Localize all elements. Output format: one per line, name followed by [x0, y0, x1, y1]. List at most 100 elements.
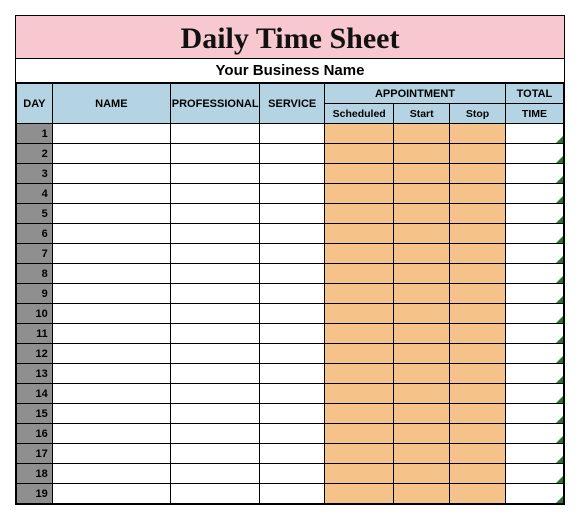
cell-service[interactable] — [260, 124, 325, 144]
cell-start[interactable] — [394, 244, 450, 264]
cell-stop[interactable] — [450, 284, 506, 304]
cell-stop[interactable] — [450, 204, 506, 224]
cell-service[interactable] — [260, 364, 325, 384]
cell-name[interactable] — [52, 304, 170, 324]
cell-name[interactable] — [52, 184, 170, 204]
cell-professional[interactable] — [171, 184, 260, 204]
cell-professional[interactable] — [171, 324, 260, 344]
cell-name[interactable] — [52, 344, 170, 364]
cell-professional[interactable] — [171, 424, 260, 444]
cell-service[interactable] — [260, 404, 325, 424]
cell-start[interactable] — [394, 264, 450, 284]
cell-day[interactable]: 18 — [17, 464, 53, 484]
cell-professional[interactable] — [171, 164, 260, 184]
cell-day[interactable]: 19 — [17, 484, 53, 504]
cell-professional[interactable] — [171, 364, 260, 384]
cell-scheduled[interactable] — [325, 224, 394, 244]
cell-total[interactable] — [505, 384, 563, 404]
cell-day[interactable]: 9 — [17, 284, 53, 304]
cell-start[interactable] — [394, 184, 450, 204]
cell-start[interactable] — [394, 464, 450, 484]
cell-stop[interactable] — [450, 484, 506, 504]
cell-service[interactable] — [260, 344, 325, 364]
cell-name[interactable] — [52, 464, 170, 484]
cell-day[interactable]: 14 — [17, 384, 53, 404]
cell-professional[interactable] — [171, 484, 260, 504]
cell-professional[interactable] — [171, 444, 260, 464]
cell-day[interactable]: 8 — [17, 264, 53, 284]
cell-start[interactable] — [394, 424, 450, 444]
cell-total[interactable] — [505, 284, 563, 304]
cell-professional[interactable] — [171, 204, 260, 224]
cell-service[interactable] — [260, 444, 325, 464]
cell-name[interactable] — [52, 244, 170, 264]
cell-name[interactable] — [52, 384, 170, 404]
cell-day[interactable]: 5 — [17, 204, 53, 224]
cell-day[interactable]: 15 — [17, 404, 53, 424]
cell-scheduled[interactable] — [325, 444, 394, 464]
cell-total[interactable] — [505, 164, 563, 184]
cell-professional[interactable] — [171, 384, 260, 404]
cell-scheduled[interactable] — [325, 344, 394, 364]
cell-scheduled[interactable] — [325, 164, 394, 184]
cell-professional[interactable] — [171, 304, 260, 324]
cell-stop[interactable] — [450, 464, 506, 484]
cell-service[interactable] — [260, 284, 325, 304]
cell-total[interactable] — [505, 304, 563, 324]
cell-start[interactable] — [394, 144, 450, 164]
cell-total[interactable] — [505, 204, 563, 224]
cell-total[interactable] — [505, 184, 563, 204]
cell-day[interactable]: 2 — [17, 144, 53, 164]
cell-start[interactable] — [394, 364, 450, 384]
cell-start[interactable] — [394, 284, 450, 304]
cell-total[interactable] — [505, 424, 563, 444]
cell-total[interactable] — [505, 344, 563, 364]
cell-service[interactable] — [260, 424, 325, 444]
cell-stop[interactable] — [450, 404, 506, 424]
cell-service[interactable] — [260, 184, 325, 204]
cell-service[interactable] — [260, 144, 325, 164]
cell-name[interactable] — [52, 264, 170, 284]
cell-scheduled[interactable] — [325, 364, 394, 384]
cell-stop[interactable] — [450, 244, 506, 264]
cell-professional[interactable] — [171, 124, 260, 144]
cell-start[interactable] — [394, 404, 450, 424]
cell-start[interactable] — [394, 124, 450, 144]
cell-stop[interactable] — [450, 124, 506, 144]
cell-service[interactable] — [260, 304, 325, 324]
cell-stop[interactable] — [450, 264, 506, 284]
cell-scheduled[interactable] — [325, 264, 394, 284]
cell-stop[interactable] — [450, 344, 506, 364]
cell-total[interactable] — [505, 224, 563, 244]
cell-scheduled[interactable] — [325, 404, 394, 424]
cell-scheduled[interactable] — [325, 144, 394, 164]
cell-name[interactable] — [52, 324, 170, 344]
cell-name[interactable] — [52, 424, 170, 444]
cell-stop[interactable] — [450, 364, 506, 384]
cell-start[interactable] — [394, 344, 450, 364]
cell-professional[interactable] — [171, 224, 260, 244]
cell-name[interactable] — [52, 404, 170, 424]
cell-professional[interactable] — [171, 344, 260, 364]
cell-day[interactable]: 12 — [17, 344, 53, 364]
cell-name[interactable] — [52, 204, 170, 224]
cell-day[interactable]: 6 — [17, 224, 53, 244]
cell-professional[interactable] — [171, 404, 260, 424]
cell-start[interactable] — [394, 444, 450, 464]
cell-scheduled[interactable] — [325, 184, 394, 204]
cell-total[interactable] — [505, 364, 563, 384]
cell-name[interactable] — [52, 444, 170, 464]
cell-scheduled[interactable] — [325, 464, 394, 484]
cell-service[interactable] — [260, 164, 325, 184]
cell-scheduled[interactable] — [325, 204, 394, 224]
cell-scheduled[interactable] — [325, 424, 394, 444]
cell-scheduled[interactable] — [325, 244, 394, 264]
cell-stop[interactable] — [450, 224, 506, 244]
cell-stop[interactable] — [450, 444, 506, 464]
cell-start[interactable] — [394, 224, 450, 244]
cell-start[interactable] — [394, 484, 450, 504]
cell-scheduled[interactable] — [325, 304, 394, 324]
cell-scheduled[interactable] — [325, 324, 394, 344]
cell-total[interactable] — [505, 144, 563, 164]
cell-day[interactable]: 7 — [17, 244, 53, 264]
